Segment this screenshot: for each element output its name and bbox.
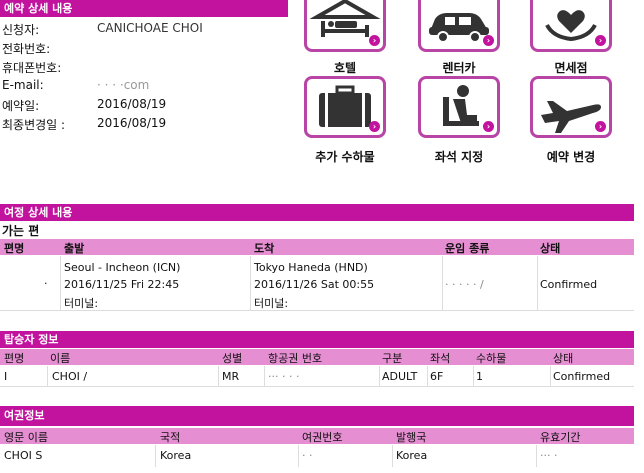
passport-expiry: ··· · xyxy=(540,449,558,462)
itinerary-flight-number: · xyxy=(44,277,48,290)
passenger-seat: 6F xyxy=(430,370,444,383)
hotel-arrow-icon: › xyxy=(369,35,380,46)
dutyfree-tile[interactable]: › xyxy=(530,0,612,52)
seat-label[interactable]: 좌석 지정 xyxy=(404,148,514,165)
departure-terminal: 터미널: xyxy=(64,297,99,310)
booking-date-value: 2016/08/19 xyxy=(97,97,167,111)
itinerary-col-status: 상태 xyxy=(540,242,561,255)
arrival-terminal: 터미널: xyxy=(254,297,289,310)
applicant-label: 신청자: xyxy=(2,23,40,37)
booking-date-label: 예약일: xyxy=(2,99,40,113)
itinerary-header: 여정 상세 내용 xyxy=(0,204,634,221)
passenger-baggage: 1 xyxy=(476,370,483,383)
passport-header: 여권정보 xyxy=(0,406,634,426)
baggage-arrow-icon: › xyxy=(369,121,380,132)
change-label[interactable]: 예약 변경 xyxy=(516,148,626,165)
passport-name: CHOI S xyxy=(4,449,43,462)
passenger-col-type: 구분 xyxy=(382,352,403,365)
passenger-col-seat: 좌석 xyxy=(430,352,451,365)
passenger-type: ADULT xyxy=(382,370,418,383)
passport-col-issuer: 발행국 xyxy=(396,431,427,444)
applicant-value: CANICHOAE CHOI xyxy=(97,21,203,35)
last-modified-value: 2016/08/19 xyxy=(97,116,167,130)
passport-issuer: Korea xyxy=(396,449,428,462)
itinerary-status: Confirmed xyxy=(540,278,598,291)
passenger-flight: I xyxy=(4,370,8,383)
passenger-name: CHOI / xyxy=(52,370,88,383)
itinerary-column-header xyxy=(0,239,634,255)
passenger-gender: MR xyxy=(222,370,240,383)
passenger-col-gender: 성별 xyxy=(222,352,243,365)
arrival-city: Tokyo Haneda (HND) xyxy=(254,261,368,274)
dutyfree-label[interactable]: 면세점 xyxy=(516,59,626,76)
departure-time: 2016/11/25 Fri 22:45 xyxy=(64,278,180,291)
itinerary-col-arrival: 도착 xyxy=(254,242,275,255)
hotel-tile[interactable]: › xyxy=(304,0,386,52)
seat-tile[interactable]: › xyxy=(418,76,500,138)
change-tile[interactable]: › xyxy=(530,76,612,138)
dutyfree-arrow-icon: › xyxy=(595,35,606,46)
baggage-label[interactable]: 추가 수하물 xyxy=(290,148,400,165)
phone-label: 전화번호: xyxy=(2,42,51,56)
passport-number: · · xyxy=(302,449,313,462)
passenger-col-ticket: 항공권 번호 xyxy=(268,352,323,365)
rentacar-arrow-icon: › xyxy=(483,35,494,46)
passport-col-number: 여권번호 xyxy=(302,431,343,444)
itinerary-col-fare: 운임 종류 xyxy=(445,242,490,255)
fare-type: · · · · · / xyxy=(445,278,484,291)
itinerary-direction: 가는 편 xyxy=(2,224,40,238)
itinerary-col-departure: 출발 xyxy=(64,242,85,255)
last-modified-label: 최종변경일 : xyxy=(2,118,66,132)
passenger-header: 탑승자 정보 xyxy=(0,331,634,348)
passport-col-name: 영문 이름 xyxy=(4,431,48,444)
passport-col-expiry: 유효기간 xyxy=(540,431,581,444)
mobile-label: 휴대폰번호: xyxy=(2,61,62,75)
email-value: · · · ·com xyxy=(97,78,150,92)
passport-nationality: Korea xyxy=(160,449,192,462)
reservation-header: 예약 상세 내용 xyxy=(0,0,288,17)
itinerary-col-flight: 편명 xyxy=(4,242,25,255)
arrival-time: 2016/11/26 Sat 00:55 xyxy=(254,278,375,291)
rentacar-tile[interactable]: › xyxy=(418,0,500,52)
passenger-col-name: 이름 xyxy=(50,352,71,365)
passenger-ticket: ··· · · · xyxy=(268,370,300,383)
baggage-tile[interactable]: › xyxy=(304,76,386,138)
passenger-status: Confirmed xyxy=(553,370,611,383)
passenger-col-status: 상태 xyxy=(553,352,574,365)
passport-col-nationality: 국적 xyxy=(160,431,181,444)
rentacar-label[interactable]: 렌터카 xyxy=(404,59,514,76)
email-label: E-mail: xyxy=(2,78,44,92)
passenger-col-baggage: 수하물 xyxy=(476,352,507,365)
hotel-label[interactable]: 호텔 xyxy=(290,59,400,76)
passenger-col-flight: 편명 xyxy=(4,352,25,365)
seat-arrow-icon: › xyxy=(483,121,494,132)
departure-city: Seoul - Incheon (ICN) xyxy=(64,261,181,274)
change-arrow-icon: › xyxy=(595,121,606,132)
